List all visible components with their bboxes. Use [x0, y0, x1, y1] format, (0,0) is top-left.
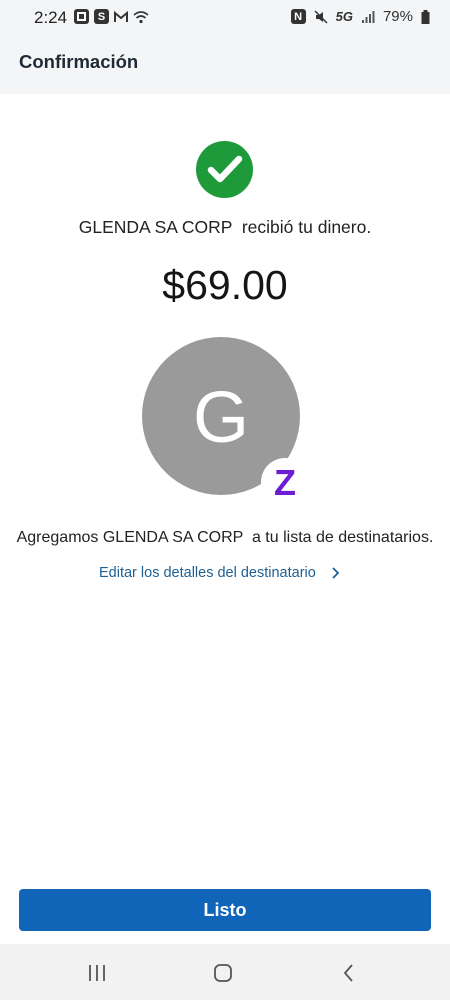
- avatar-initial: G: [192, 378, 249, 458]
- network-type: 5G: [335, 9, 353, 24]
- added-recipient-message: Agregamos GLENDA SA CORP a tu lista de d…: [16, 529, 434, 546]
- battery-icon: [421, 9, 430, 24]
- status-time: 2:24: [34, 8, 68, 27]
- page-title: Confirmación: [19, 51, 139, 72]
- app-header: Confirmación: [0, 36, 450, 94]
- nfc-icon: N: [290, 9, 306, 24]
- gmail-icon: [114, 10, 128, 22]
- wifi-icon: [133, 10, 149, 23]
- edit-recipient-link[interactable]: Editar los detalles del destinatario: [99, 565, 340, 581]
- mute-icon: [314, 9, 328, 24]
- status-bar: 2:24 S N 5G 79%: [0, 0, 450, 36]
- transfer-amount: $69.00: [162, 262, 288, 308]
- zelle-icon: Z: [261, 458, 309, 506]
- recent-apps-button[interactable]: [82, 958, 112, 988]
- edit-recipient-label: Editar los detalles del destinatario: [99, 565, 316, 581]
- zelle-mark: Z: [274, 462, 296, 503]
- back-icon: [343, 964, 353, 982]
- home-button[interactable]: [208, 958, 238, 988]
- received-message: GLENDA SA CORP recibió tu dinero.: [78, 217, 372, 237]
- s-app-icon: S: [94, 9, 109, 24]
- signal-icon: [361, 10, 375, 23]
- status-icons-left: S: [74, 9, 149, 24]
- home-icon: [214, 964, 232, 982]
- chevron-right-icon: [332, 567, 340, 579]
- success-check-icon: [196, 141, 253, 198]
- done-button[interactable]: Listo: [19, 889, 431, 931]
- back-button[interactable]: [334, 958, 364, 988]
- recent-apps-icon: [89, 965, 105, 981]
- battery-percent: 79%: [382, 8, 413, 25]
- chase-icon: [74, 9, 89, 24]
- status-icons-right: N 5G 79%: [290, 8, 430, 25]
- system-navigation-bar: [0, 944, 450, 1000]
